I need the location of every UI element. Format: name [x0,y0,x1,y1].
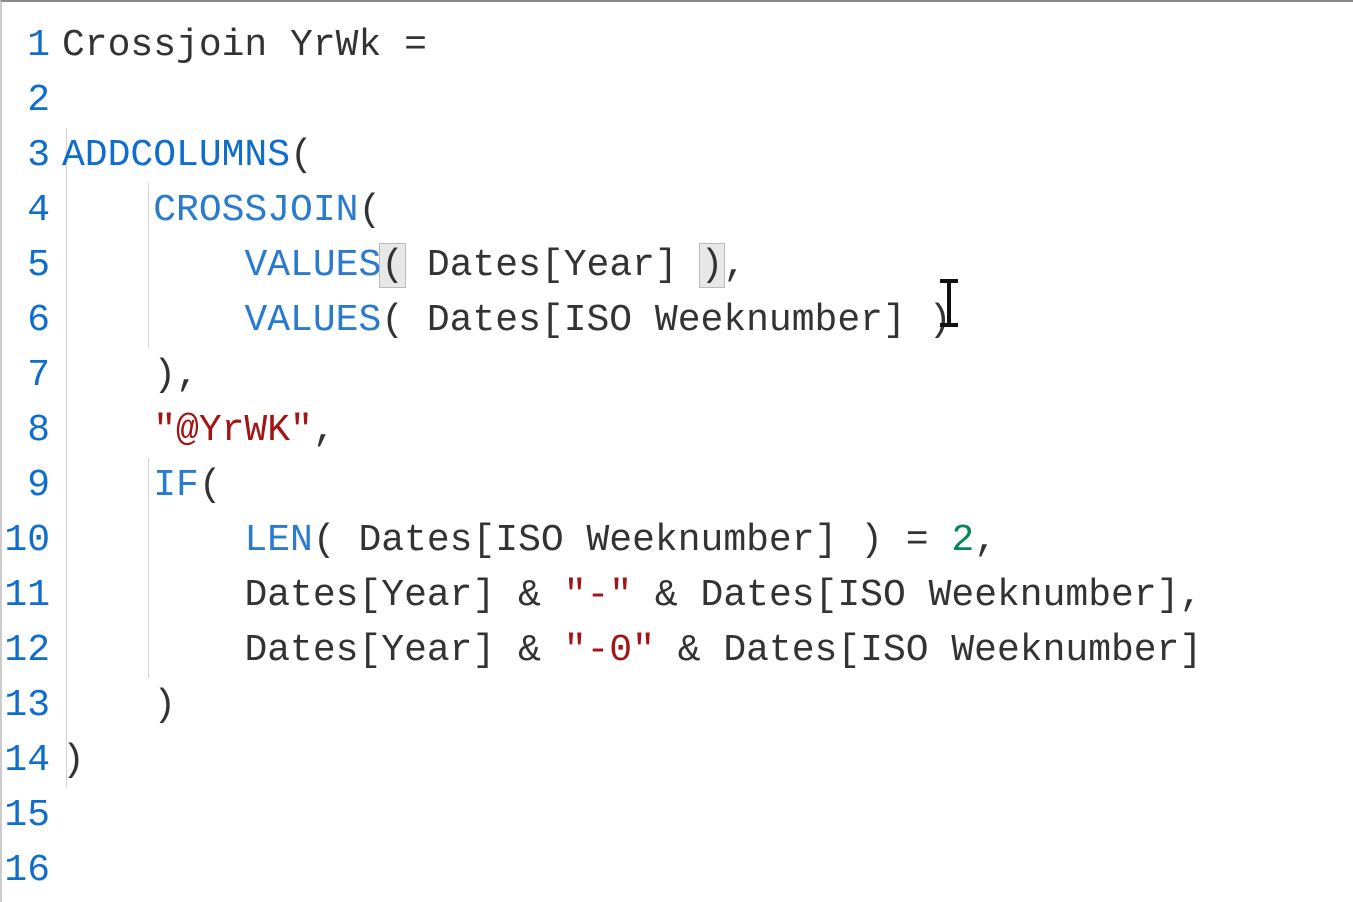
indent [62,629,244,672]
code-line[interactable]: ) [62,733,1353,788]
paren: ) [837,519,883,562]
indent [62,684,153,727]
comma: , [176,354,199,397]
indent [62,299,244,342]
code-content[interactable]: Crossjoin YrWk = ADDCOLUMNS( CROSSJOIN( … [62,2,1353,902]
function-name: LEN [244,519,312,562]
indent [62,464,153,507]
line-number: 12 [2,623,62,678]
code-line[interactable]: ), [62,348,1353,403]
indent [62,189,153,232]
line-number: 7 [2,348,62,403]
operator: & [495,574,563,617]
code-line[interactable] [62,788,1353,843]
space [678,244,701,287]
paren: ) [153,684,176,727]
function-name: VALUES [244,299,381,342]
line-number: 11 [2,568,62,623]
paren: ( [199,464,222,507]
line-number: 1 [2,18,62,73]
line-number: 14 [2,733,62,788]
indent [62,574,244,617]
code-line[interactable] [62,73,1353,128]
column-reference: Dates[Year] [427,244,678,287]
matched-paren: ) [699,243,726,288]
paren: ( [381,299,427,342]
function-name: ADDCOLUMNS [62,134,290,177]
column-reference: Dates[ISO Weeknumber] [427,299,906,342]
line-number: 4 [2,183,62,238]
code-line[interactable]: ADDCOLUMNS( [62,128,1353,183]
code-line[interactable]: ) [62,678,1353,733]
code-line[interactable]: "@YrWK", [62,403,1353,458]
number-literal: 2 [951,519,974,562]
code-line[interactable]: CROSSJOIN( [62,183,1353,238]
comma: , [313,409,336,452]
identifier: Crossjoin YrWk [62,24,404,67]
line-number: 8 [2,403,62,458]
column-reference: Dates[ISO Weeknumber] [358,519,837,562]
line-number: 3 [2,128,62,183]
column-reference: Dates[Year] [244,629,495,672]
comma: , [974,519,997,562]
code-line[interactable]: Dates[Year] & "-0" & Dates[ISO Weeknumbe… [62,623,1353,678]
column-reference: Dates[ISO Weeknumber] [701,574,1180,617]
code-line[interactable]: IF( [62,458,1353,513]
line-number: 6 [2,293,62,348]
indent [62,244,244,287]
comma: , [723,244,746,287]
string-literal: "-0" [564,629,655,672]
string-literal: "-" [564,574,632,617]
column-reference: Dates[ISO Weeknumber] [723,629,1202,672]
line-number: 15 [2,788,62,843]
operator: & [495,629,563,672]
code-line[interactable]: Dates[Year] & "-" & Dates[ISO Weeknumber… [62,568,1353,623]
function-name: IF [153,464,199,507]
paren: ( [290,134,313,177]
function-name: CROSSJOIN [153,189,358,232]
code-line[interactable]: VALUES( Dates[ISO Weeknumber] ) [62,293,1353,348]
line-number-gutter: 1 2 3 4 5 6 7 8 9 10 11 12 13 14 15 16 [2,2,62,902]
indent [62,409,153,452]
line-number: 9 [2,458,62,513]
matched-paren: ( [379,243,406,288]
line-number: 5 [2,238,62,293]
space [404,244,427,287]
column-reference: Dates[Year] [244,574,495,617]
line-number: 16 [2,843,62,898]
line-number: 10 [2,513,62,568]
paren: ) [62,739,85,782]
code-line[interactable]: VALUES( Dates[Year] ), [62,238,1353,293]
operator: & [632,574,700,617]
code-line[interactable]: LEN( Dates[ISO Weeknumber] ) = 2, [62,513,1353,568]
comma: , [1179,574,1202,617]
operator: = [883,519,951,562]
operator: = [404,24,427,67]
paren: ) [906,299,952,342]
code-line[interactable]: Crossjoin YrWk = [62,18,1353,73]
line-number: 13 [2,678,62,733]
code-editor[interactable]: 1 2 3 4 5 6 7 8 9 10 11 12 13 14 15 16 C… [2,2,1353,902]
line-number: 2 [2,73,62,128]
function-name: VALUES [244,244,381,287]
indent [62,354,153,397]
paren: ( [358,189,381,232]
paren: ) [153,354,176,397]
paren: ( [313,519,359,562]
text-cursor-icon [947,279,951,327]
code-line[interactable] [62,843,1353,898]
string-literal: "@YrWK" [153,409,313,452]
indent [62,519,244,562]
operator: & [655,629,723,672]
